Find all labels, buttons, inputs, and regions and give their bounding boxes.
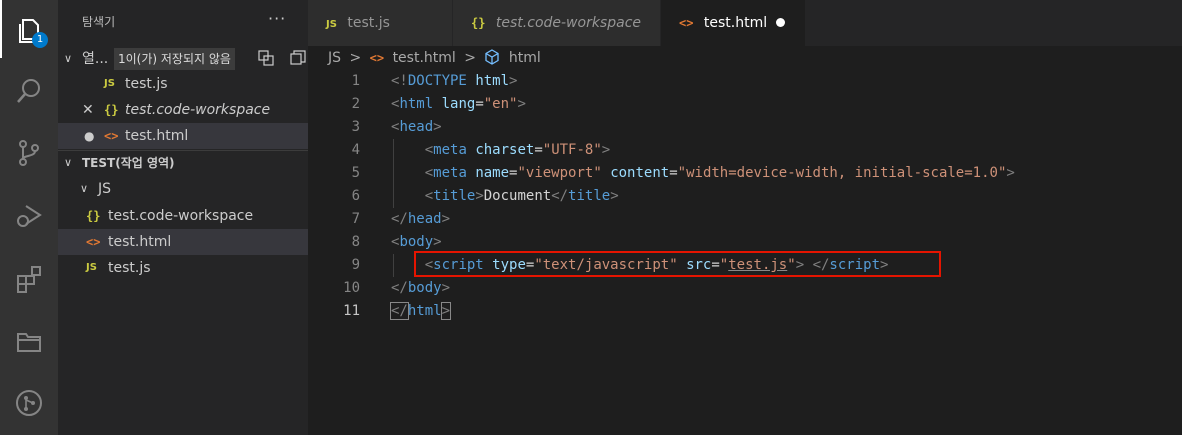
- code-line: </html>: [390, 302, 452, 320]
- code-line: <!DOCTYPE html>: [391, 73, 518, 89]
- unsaved-dot-icon: ●: [84, 129, 95, 143]
- code-line: <html lang="en">: [391, 96, 526, 112]
- explorer-sidebar: 탐색기 ··· ∨ 열... 1이(가) 저장되지 않음 JS test.js …: [58, 0, 308, 435]
- code-editor[interactable]: 1 2 3 4 5 6 7 8 9 10 11 <!DOCTYPE html> …: [308, 70, 1182, 435]
- js-file-icon: JS: [326, 19, 337, 30]
- chevron-down-icon: ∨: [64, 156, 73, 169]
- highlight-box: [414, 251, 941, 277]
- explorer-button[interactable]: 1: [0, 0, 58, 58]
- tab-label: test.html: [703, 15, 768, 31]
- line-number: 4: [351, 142, 360, 158]
- json-file-icon: {}: [104, 103, 119, 117]
- unsaved-tooltip: 1이(가) 저장되지 않음: [114, 48, 235, 70]
- line-number: 7: [351, 211, 360, 227]
- explorer-badge: 1: [32, 32, 48, 48]
- save-all-icon[interactable]: [258, 50, 274, 66]
- code-line: <meta charset="UTF-8">: [424, 142, 611, 158]
- line-number: 11: [343, 303, 360, 319]
- chevron-down-icon: ∨: [80, 182, 89, 195]
- line-number: 9: [351, 257, 360, 273]
- line-number: 2: [351, 96, 360, 112]
- open-editor-item[interactable]: ● <> test.html: [58, 123, 308, 149]
- js-file-icon: JS: [104, 78, 115, 89]
- code-line: <head>: [391, 119, 442, 135]
- sidebar-title: 탐색기: [82, 15, 116, 29]
- line-number: 8: [351, 234, 360, 250]
- file-item[interactable]: JS test.js: [58, 255, 308, 281]
- search-button[interactable]: [0, 62, 58, 120]
- code-line: <meta name="viewport" content="width=dev…: [424, 165, 1015, 181]
- git-graph-button[interactable]: [0, 374, 58, 432]
- code-line: <title>Document</title>: [424, 188, 619, 204]
- open-editor-label: test.html: [125, 128, 189, 144]
- chevron-right-icon: >: [349, 50, 362, 66]
- open-editors-label: 열...: [82, 51, 109, 67]
- line-number: 6: [351, 188, 360, 204]
- open-editor-label: test.js: [125, 76, 168, 92]
- breadcrumb: JS > <> test.html > html: [308, 46, 1182, 70]
- run-debug-button[interactable]: [0, 186, 58, 244]
- chevron-down-icon: ∨: [64, 52, 73, 65]
- close-icon[interactable]: ✕: [82, 97, 94, 123]
- file-label: test.js: [108, 260, 151, 276]
- editor-tabs: JS test.js {} test.code-workspace <> tes…: [308, 0, 1182, 46]
- folder-item[interactable]: ∨ JS: [58, 176, 308, 202]
- remote-explorer-button[interactable]: [0, 312, 58, 370]
- tab-label: test.code-workspace: [495, 15, 642, 31]
- folder-label: JS: [98, 181, 112, 197]
- line-number: 1: [351, 73, 360, 89]
- tab-test-js[interactable]: JS test.js: [308, 0, 453, 46]
- more-actions-button[interactable]: ···: [268, 9, 286, 28]
- breadcrumb-folder[interactable]: JS: [328, 50, 341, 66]
- search-icon: [17, 79, 40, 103]
- line-number: 3: [351, 119, 360, 135]
- breadcrumb-symbol[interactable]: html: [509, 50, 541, 66]
- workspace-title: TEST(작업 영역): [82, 156, 175, 170]
- code-line: </head>: [391, 211, 451, 227]
- chevron-right-icon: >: [464, 50, 476, 66]
- source-control-button[interactable]: [0, 124, 58, 182]
- workspace-header[interactable]: ∨ TEST(작업 영역): [58, 150, 308, 176]
- extensions-button[interactable]: [0, 250, 58, 308]
- breadcrumb-file[interactable]: test.html: [393, 50, 456, 66]
- source-control-icon: [19, 140, 39, 166]
- html-file-icon: <>: [104, 129, 119, 143]
- tab-test-code-workspace[interactable]: {} test.code-workspace: [453, 0, 661, 46]
- file-label: test.html: [108, 234, 172, 250]
- html-file-icon: <>: [369, 51, 385, 65]
- open-editor-item[interactable]: ✕ {} test.code-workspace: [58, 97, 308, 123]
- tab-label: test.js: [347, 15, 390, 31]
- html-file-icon: <>: [679, 16, 694, 30]
- extensions-icon: [17, 266, 41, 293]
- debug-icon: [17, 205, 42, 227]
- tab-test-html[interactable]: <> test.html: [661, 0, 806, 46]
- unsaved-dot-icon[interactable]: [776, 18, 785, 27]
- file-item[interactable]: <> test.html: [58, 229, 308, 255]
- js-file-icon: JS: [86, 262, 97, 273]
- line-number: 5: [351, 165, 360, 181]
- json-file-icon: {}: [471, 16, 486, 30]
- file-label: test.code-workspace: [108, 208, 254, 224]
- html-file-icon: <>: [86, 235, 101, 249]
- folder-icon: [17, 333, 41, 352]
- close-all-icon[interactable]: [290, 50, 306, 66]
- json-file-icon: {}: [86, 209, 101, 223]
- code-line: </body>: [391, 280, 451, 296]
- activity-bar: 1: [0, 0, 58, 435]
- open-editor-item[interactable]: JS test.js: [58, 71, 308, 97]
- git-graph-icon: [16, 390, 42, 416]
- open-editor-label: test.code-workspace: [125, 102, 271, 118]
- file-item[interactable]: {} test.code-workspace: [58, 203, 308, 229]
- symbol-element-icon: [485, 49, 500, 65]
- line-number: 10: [343, 280, 360, 296]
